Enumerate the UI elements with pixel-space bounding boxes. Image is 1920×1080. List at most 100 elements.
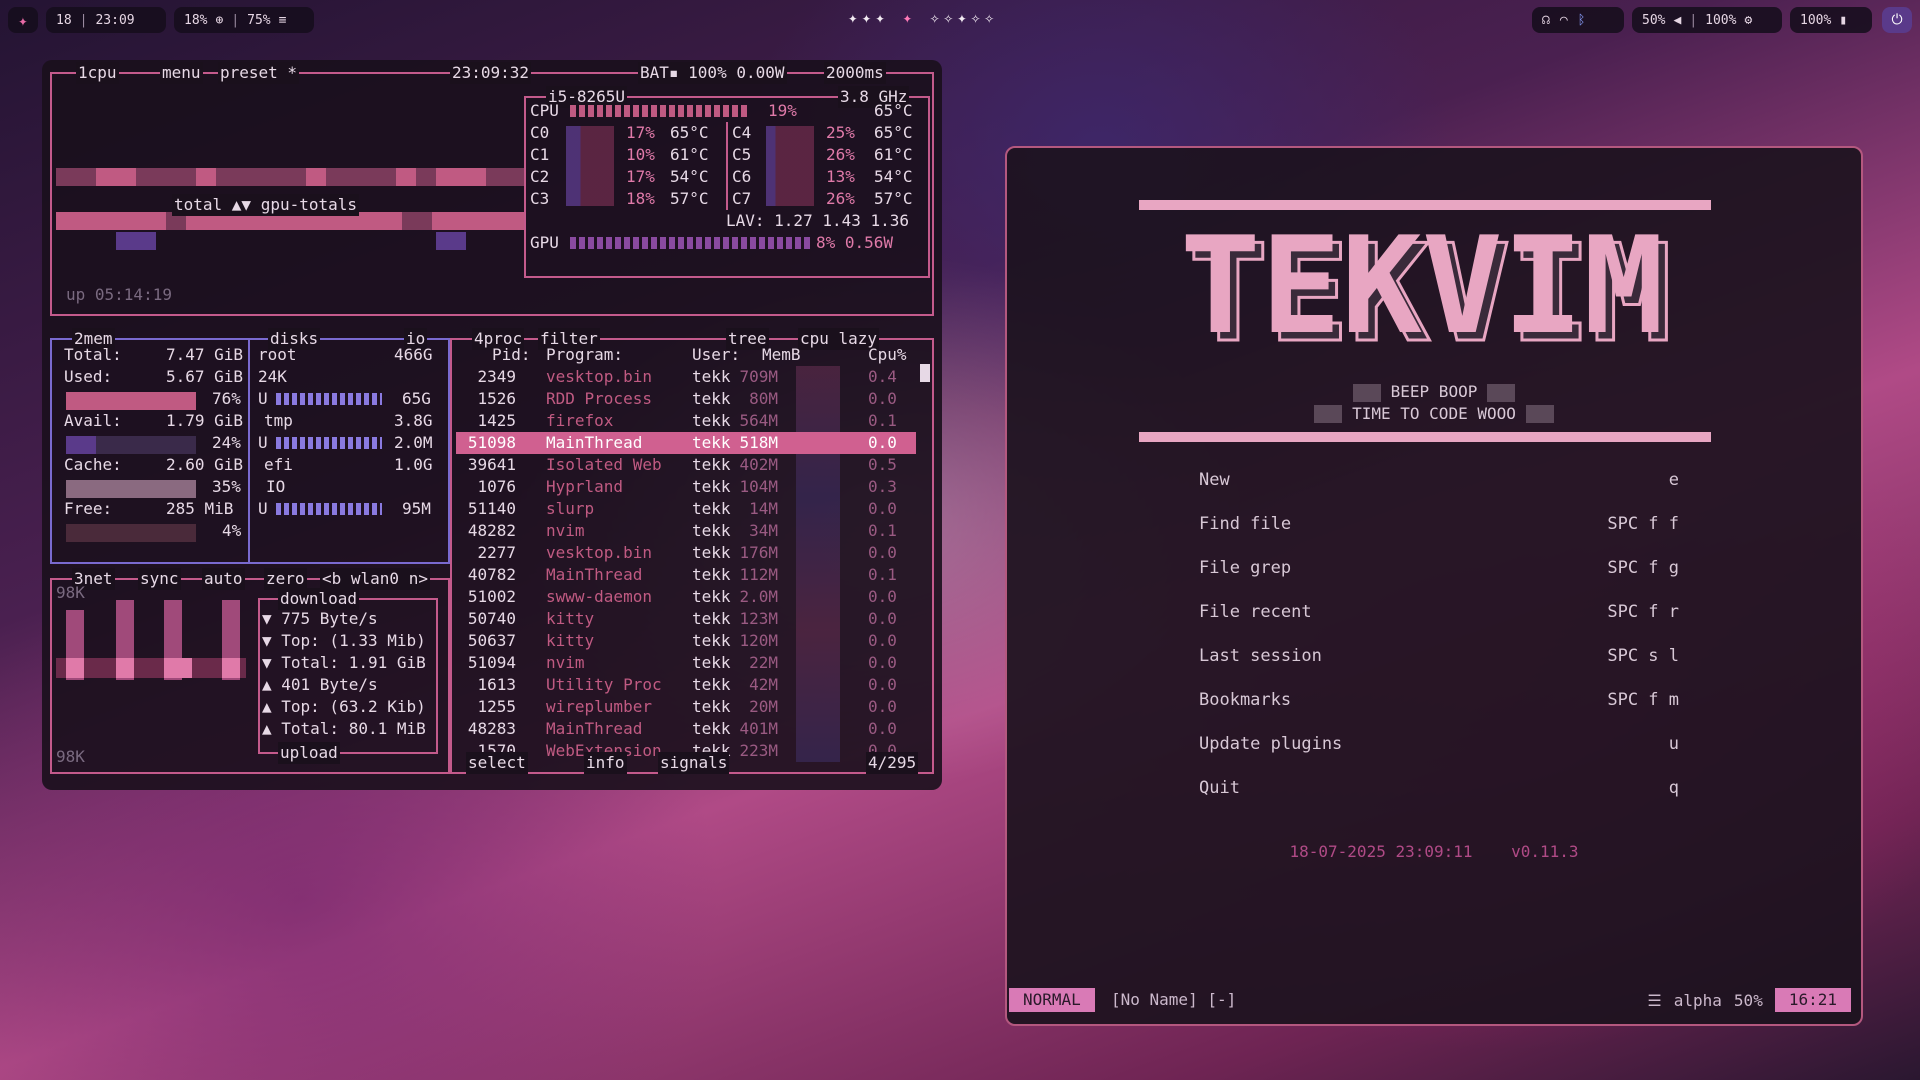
table-row[interactable]: 1255 wireplumber tekk 20M 0.0 [456, 696, 916, 718]
workspace-clock-pill[interactable]: 18 | 23:09 [46, 7, 166, 33]
dashboard-item[interactable]: Last session SPC s l [1199, 646, 1679, 674]
disk-root-bar [276, 393, 382, 405]
table-row[interactable]: 50740 kitty tekk 123M 0.0 [456, 608, 916, 630]
proc-signals-hint[interactable]: signals [658, 752, 730, 774]
table-row[interactable]: 2349 vesktop.bin tekk 709M 0.4 [456, 366, 916, 388]
program-cell: Hyprland [546, 477, 624, 496]
mem-total-label: Total: [64, 345, 122, 364]
program-header[interactable]: Program: [546, 344, 623, 366]
connectivity-pill[interactable]: ☊ ◠ ᛒ [1532, 7, 1624, 33]
core-pct: 13% [826, 167, 855, 186]
cpu-header[interactable]: Cpu% [868, 344, 907, 366]
table-row[interactable]: 50637 kitty tekk 120M 0.0 [456, 630, 916, 652]
dashboard-item[interactable]: Quit q [1199, 778, 1679, 806]
nvim-version: v0.11.3 [1511, 842, 1579, 861]
table-row[interactable]: 1526 RDD Process tekk 80M 0.0 [456, 388, 916, 410]
proc-scrollbar[interactable] [920, 364, 930, 382]
mode-indicator: NORMAL [1009, 988, 1095, 1012]
net-auto-toggle[interactable]: auto [202, 568, 245, 590]
pid-cell: 1613 [477, 675, 516, 694]
buffer-name[interactable]: [No Name] [-] [1111, 988, 1236, 1012]
net-stats-box: download ▼ 775 Byte/s ▼ Top: (1.33 Mib) … [258, 588, 438, 764]
gear-icon: ⚙ [1744, 12, 1753, 28]
dashboard-item[interactable]: Bookmarks SPC f m [1199, 690, 1679, 718]
user-cell: tekk [692, 609, 731, 628]
mem-used-bar [66, 392, 196, 410]
table-row[interactable]: 48283 MainThread tekk 401M 0.0 [456, 718, 916, 740]
disk-tmp-label[interactable]: tmp [264, 410, 293, 432]
system-stats-pill[interactable]: 18% ⊕ | 75% ≡ [174, 7, 314, 33]
volume-brightness-pill[interactable]: 50% ◀ | 100% ⚙ [1632, 7, 1782, 33]
user-cell: tekk [692, 411, 731, 430]
mem-total: 7.47 GiB [166, 345, 244, 364]
table-row[interactable]: 40782 MainThread tekk 112M 0.1 [456, 564, 916, 586]
table-row[interactable]: 2277 vesktop.bin tekk 176M 0.0 [456, 542, 916, 564]
net-interface[interactable]: <b wlan0 n> [320, 568, 430, 590]
preset-button[interactable]: preset * [218, 62, 300, 84]
table-row[interactable]: 51094 nvim tekk 22M 0.0 [456, 652, 916, 674]
table-row[interactable]: 1613 Utility Proc tekk 42M 0.0 [456, 674, 916, 696]
battery-pill[interactable]: 100% ▮ [1790, 7, 1872, 33]
table-row[interactable]: 1425 firefox tekk 564M 0.1 [456, 410, 916, 432]
pid-header[interactable]: Pid: [492, 344, 531, 366]
table-row[interactable]: 39641 Isolated Web tekk 402M 0.5 [456, 454, 916, 476]
nvim-window[interactable]: TEKVIM TEKVIM BEEP BOOP TIME TO CODE WOO… [1005, 146, 1863, 1026]
launcher-button[interactable]: ✦ [8, 7, 38, 33]
uptime: up 05:14:19 [66, 285, 172, 304]
core-temp: 57°C [874, 189, 913, 208]
cpu-cell: 0.0 [868, 389, 897, 408]
cpu-info-box: i5-8265U 3.8 GHz CPU 19% 65°C C0 17% 65°… [524, 86, 930, 278]
volume-level: 50% [1642, 12, 1666, 28]
dashboard-date: 18-07-2025 23:09:11 [1289, 842, 1473, 861]
dashboard-item[interactable]: File recent SPC f r [1199, 602, 1679, 630]
menu-button[interactable]: menu [160, 62, 203, 84]
pid-cell: 48283 [467, 719, 516, 738]
update-interval[interactable]: 2000ms [824, 62, 886, 84]
net-sync-toggle[interactable]: sync [138, 568, 181, 590]
net-zero-toggle[interactable]: zero [264, 568, 307, 590]
table-row[interactable]: 51098 MainThread tekk 518M 0.0 [456, 432, 916, 454]
dashboard-item[interactable]: File grep SPC f g [1199, 558, 1679, 586]
table-row[interactable]: 51002 swww-daemon tekk 2.0M 0.0 [456, 586, 916, 608]
mem-cache-label: Cache: [64, 455, 122, 474]
mem-cell: 518M [739, 433, 778, 452]
table-row[interactable]: 1076 Hyprland tekk 104M 0.3 [456, 476, 916, 498]
core-name: C7 [732, 189, 752, 208]
program-cell: nvim [546, 521, 585, 540]
core-temp: 54°C [874, 167, 913, 186]
cpu-box-title[interactable]: 1cpu [76, 62, 119, 84]
workspace-stars-right: ✧✧✦✧✧ [929, 8, 998, 27]
disk-efi-label[interactable]: efi [264, 454, 293, 476]
mem-cache: 2.60 GiB [166, 455, 244, 474]
clock: 23:09 [95, 12, 135, 28]
table-row[interactable]: 48282 nvim tekk 34M 0.1 [456, 520, 916, 542]
dashboard-item[interactable]: Update plugins u [1199, 734, 1679, 762]
program-cell: wireplumber [546, 697, 652, 716]
mem-header[interactable]: MemB [762, 344, 801, 366]
disk-tmp-used-label: U [258, 433, 268, 452]
power-button[interactable]: ⏻ [1882, 7, 1912, 33]
disk-root-label[interactable]: root [258, 344, 297, 366]
speaker-icon: ◀ [1673, 12, 1682, 28]
workspace-indicator[interactable]: ✦✦✦ ✦ ✧✧✦✧✧ [848, 8, 998, 27]
dashboard-item[interactable]: New e [1199, 470, 1679, 498]
cpu-cell: 0.0 [868, 543, 897, 562]
disk-efi-used-label: U [258, 499, 268, 518]
dashboard-item[interactable]: Find file SPC f f [1199, 514, 1679, 542]
net-download-title: download [278, 588, 360, 610]
disk-efi-size: 1.0G [394, 455, 433, 474]
net-box: 3net sync auto zero <b wlan0 n> 98K 98K … [50, 568, 450, 774]
dashboard-item-shortcut: u [1668, 734, 1679, 754]
table-row[interactable]: 51140 slurp tekk 14M 0.0 [456, 498, 916, 520]
disk-root-free: 24K [258, 367, 287, 386]
btop-window[interactable]: 1cpu menu preset * 23:09:32 BAT▪ 100% 0.… [42, 60, 942, 790]
disk-efi-bar [276, 503, 382, 515]
user-cell: tekk [692, 521, 731, 540]
cpu-cell: 0.0 [868, 697, 897, 716]
cpu-graph [56, 134, 526, 250]
mem-cache-pct: 35% [212, 477, 241, 496]
active-workspace-star[interactable]: ✦ [903, 8, 917, 27]
proc-select-hint[interactable]: select [466, 752, 528, 774]
proc-info-hint[interactable]: info [584, 752, 627, 774]
user-header[interactable]: User: [692, 344, 740, 366]
